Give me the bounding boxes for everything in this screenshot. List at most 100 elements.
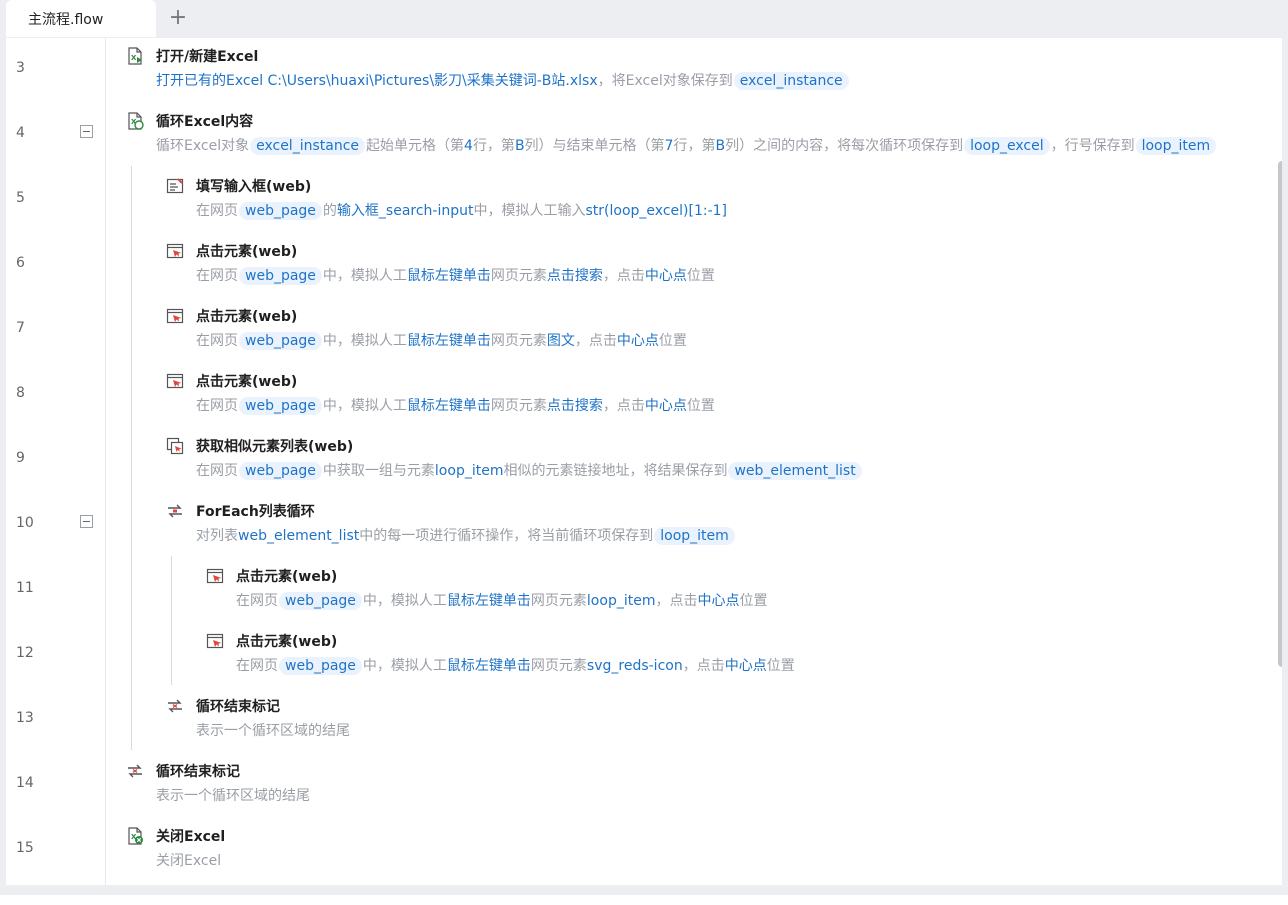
step-row-click-element[interactable]: 点击元素(web) 在网页 web_page 中，模拟人工鼠标左键单击网页元素点击搜… xyxy=(166,363,1276,423)
step-row-foreach-loop[interactable]: ForEach列表循环 对列表web_element_list中的每一项进行循环… xyxy=(166,493,1276,553)
desc-param: str(loop_excel)[1:-1] xyxy=(585,203,727,219)
step-row-loop-excel[interactable]: X 循环Excel内容 循环Excel对象 excel_instance 起始单元格… xyxy=(126,103,1276,163)
step-title: 打开/新建Excel xyxy=(156,49,259,65)
step-row-loop-end[interactable]: 循环结束标记 表示一个循环区域的结尾 xyxy=(126,753,1276,813)
step-description: 在网页 web_page 中，模拟人工鼠标左键单击网页元素点击搜索，点击中心点位置 xyxy=(196,395,715,415)
line-number: 11 xyxy=(16,580,34,596)
step-title: 循环结束标记 xyxy=(196,699,280,715)
desc-text: 在网页 xyxy=(196,463,238,479)
desc-text: ，点击 xyxy=(602,268,645,284)
step-title: 关闭Excel xyxy=(156,829,226,845)
desc-param: 中心点 xyxy=(644,398,687,414)
desc-text: 位置 xyxy=(686,268,715,284)
step-title: 循环Excel内容 xyxy=(156,114,254,130)
excel-loop-icon: X xyxy=(128,112,144,130)
variable-chip[interactable]: web_page xyxy=(239,202,322,220)
bottom-panel xyxy=(0,895,1288,905)
desc-text: ，点击 xyxy=(574,333,617,349)
add-tab-button[interactable]: + xyxy=(166,4,190,30)
step-description: 关闭Excel xyxy=(156,850,221,870)
desc-param: 鼠标左键单击 xyxy=(406,333,491,349)
step-row-fill-input[interactable]: 填写输入框(web) 在网页 web_page 的输入框_search-input中… xyxy=(166,168,1276,228)
desc-param: svg_reds-icon xyxy=(586,658,683,674)
loop-end-icon xyxy=(168,699,182,713)
desc-param: 图文 xyxy=(546,333,575,349)
flow-editor: 3 4 5 6 7 8 9 10 11 12 13 14 15 − − X 打开… xyxy=(6,38,1282,885)
variable-chip[interactable]: web_page xyxy=(239,462,322,480)
desc-text: ，点击 xyxy=(655,593,698,609)
variable-chip[interactable]: loop_excel xyxy=(964,137,1050,155)
step-row-click-element[interactable]: 点击元素(web) 在网页 web_page 中，模拟人工鼠标左键单击网页元素图文，… xyxy=(166,298,1276,358)
desc-text: 行，第 xyxy=(472,138,515,154)
variable-chip[interactable]: web_page xyxy=(239,332,322,350)
step-title: 点击元素(web) xyxy=(236,569,338,585)
excel-close-icon: X xyxy=(128,827,143,845)
step-row-close-excel[interactable]: X 关闭Excel 关闭Excel xyxy=(126,818,1276,878)
step-row-loop-end[interactable]: 循环结束标记 表示一个循环区域的结尾 xyxy=(166,688,1276,748)
desc-text: ，点击 xyxy=(602,398,645,414)
desc-param: 鼠标左键单击 xyxy=(406,268,491,284)
desc-param: loop_item xyxy=(434,463,504,479)
desc-text: 在网页 xyxy=(196,398,238,414)
step-row-click-element[interactable]: 点击元素(web) 在网页 web_page 中，模拟人工鼠标左键单击网页元素loo… xyxy=(206,558,1276,618)
desc-text: 在网页 xyxy=(196,333,238,349)
desc-text: 网页元素 xyxy=(490,268,547,284)
desc-text: 表示一个循环区域的结尾 xyxy=(196,723,350,739)
desc-text: 位置 xyxy=(739,593,768,609)
line-number: 4 xyxy=(16,125,25,141)
desc-param: B xyxy=(715,138,726,154)
desc-text: 位置 xyxy=(658,333,687,349)
click-element-icon xyxy=(206,633,224,649)
desc-param: web_element_list xyxy=(238,528,360,544)
desc-text: 中，模拟人工 xyxy=(322,398,407,414)
tab-main-flow[interactable]: 主流程.flow xyxy=(6,0,156,37)
desc-param: 中心点 xyxy=(616,333,659,349)
desc-text: 中，模拟人工 xyxy=(322,268,407,284)
desc-text: 表示一个循环区域的结尾 xyxy=(156,788,310,804)
desc-param: 点击搜索 xyxy=(546,268,603,284)
desc-param: 鼠标左键单击 xyxy=(406,398,491,414)
step-description: 在网页 web_page 中，模拟人工鼠标左键单击网页元素loop_item，点击中… xyxy=(236,590,767,610)
fold-toggle-foreach-loop[interactable]: − xyxy=(80,515,93,528)
line-number: 6 xyxy=(16,255,25,271)
vertical-scrollbar[interactable] xyxy=(1278,161,1282,667)
desc-text: 网页元素 xyxy=(490,333,547,349)
desc-param: 4 xyxy=(464,138,473,154)
fold-toggle-excel-loop[interactable]: − xyxy=(80,125,93,138)
desc-param: loop_item xyxy=(586,593,656,609)
variable-chip[interactable]: web_page xyxy=(279,657,362,675)
line-number: 9 xyxy=(16,450,25,466)
variable-chip[interactable]: loop_item xyxy=(1135,137,1217,155)
variable-chip[interactable]: web_page xyxy=(239,267,322,285)
variable-chip[interactable]: web_element_list xyxy=(728,462,862,480)
click-element-icon xyxy=(206,568,224,584)
desc-param: 鼠标左键单击 xyxy=(446,593,531,609)
step-row-click-element[interactable]: 点击元素(web) 在网页 web_page 中，模拟人工鼠标左键单击网页元素svg… xyxy=(206,623,1276,683)
step-description: 在网页 web_page 中获取一组与元素loop_item相似的元素链接地址，将结… xyxy=(196,460,863,480)
step-description: 在网页 web_page 中，模拟人工鼠标左键单击网页元素点击搜索，点击中心点位置 xyxy=(196,265,715,285)
step-row-similar-elements[interactable]: 获取相似元素列表(web) 在网页 web_page 中获取一组与元素loop_it… xyxy=(166,428,1276,488)
variable-chip[interactable]: excel_instance xyxy=(733,72,849,90)
desc-text: 位置 xyxy=(686,398,715,414)
foreach-loop-icon xyxy=(168,504,182,518)
desc-text: 中，模拟人工输入 xyxy=(473,203,586,219)
desc-text: 关闭Excel xyxy=(156,853,222,869)
step-row-open-excel[interactable]: X 打开/新建Excel 打开已有的Excel C:\Users\huaxi\P… xyxy=(126,38,1276,98)
line-number: 13 xyxy=(16,710,34,726)
variable-chip[interactable]: web_page xyxy=(279,592,362,610)
desc-text: 列）之间的内容，将每次循环项保存到 xyxy=(725,138,964,154)
variable-chip[interactable]: excel_instance xyxy=(250,137,366,155)
line-number: 12 xyxy=(16,645,34,661)
step-description: 表示一个循环区域的结尾 xyxy=(196,720,350,740)
desc-text: 的 xyxy=(322,203,337,219)
desc-text: 在网页 xyxy=(196,268,238,284)
desc-param: 中心点 xyxy=(724,658,767,674)
line-number: 8 xyxy=(16,385,25,401)
step-row-click-element[interactable]: 点击元素(web) 在网页 web_page 中，模拟人工鼠标左键单击网页元素点击搜… xyxy=(166,233,1276,293)
desc-text: 中，模拟人工 xyxy=(362,658,447,674)
step-description: 打开已有的Excel C:\Users\huaxi\Pictures\影刀\采集… xyxy=(156,70,850,90)
step-title: 点击元素(web) xyxy=(196,309,298,325)
variable-chip[interactable]: web_page xyxy=(239,397,322,415)
desc-text: ，点击 xyxy=(682,658,725,674)
variable-chip[interactable]: loop_item xyxy=(654,527,735,545)
